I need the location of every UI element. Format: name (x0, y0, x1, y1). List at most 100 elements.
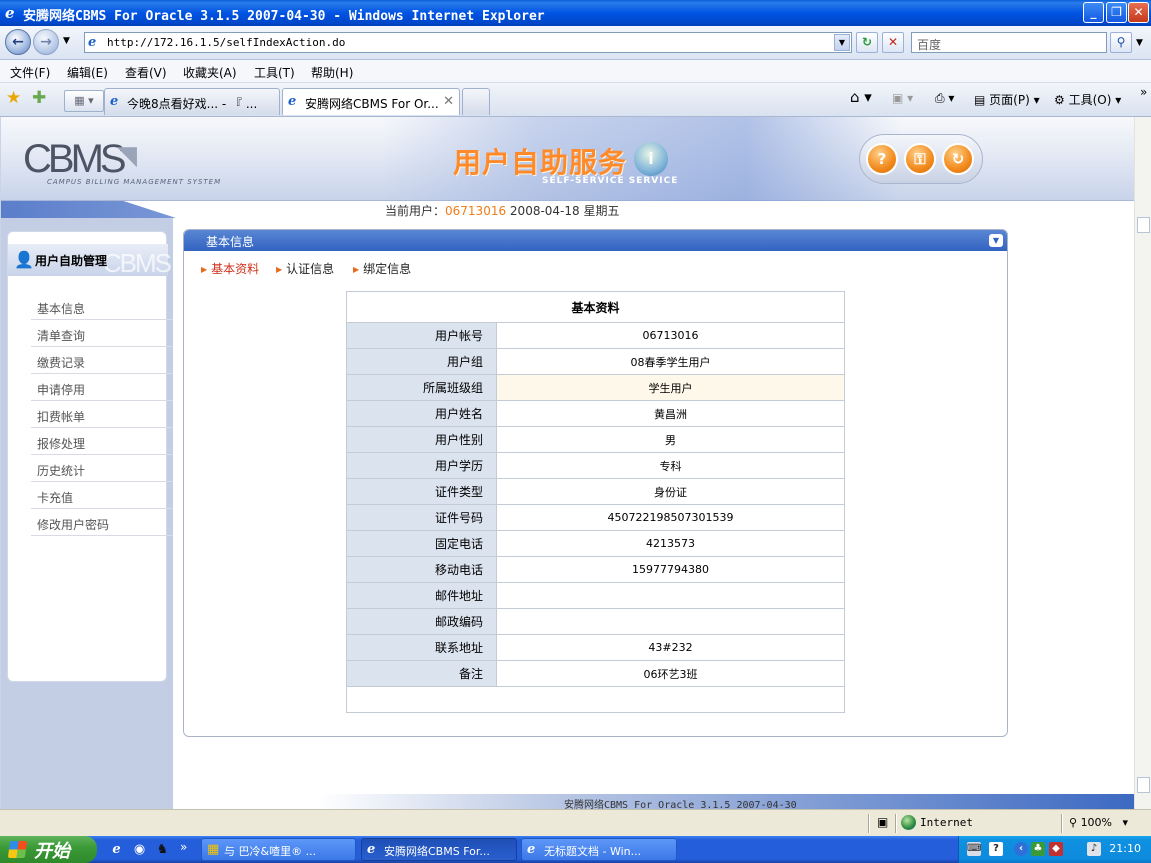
security-tray-icon[interactable]: ◆ (1049, 842, 1063, 856)
close-tab-icon[interactable]: ✕ (443, 94, 454, 109)
new-tab-button[interactable] (462, 88, 490, 115)
forward-button[interactable]: → (33, 29, 59, 55)
tools-menu-label: 工具(O) (1068, 93, 1112, 107)
sidebar-item-basic-info[interactable]: 基本信息 (31, 293, 173, 320)
minimize-button[interactable]: _ (1083, 2, 1104, 23)
address-field[interactable]: e http://172.16.1.5/selfIndexAction.do ▼ (84, 32, 852, 53)
sidebar-item-change-password[interactable]: 修改用户密码 (31, 509, 173, 536)
menu-view[interactable]: 查看(V) (125, 64, 167, 81)
quick-tabs-icon[interactable]: ▦ ▾ (64, 90, 104, 112)
sidebar-item-payment-records[interactable]: 缴费记录 (31, 347, 173, 374)
tray-collapse-icon[interactable]: ‹ (1014, 842, 1028, 856)
arrow-icon: ▶ (276, 265, 283, 274)
sidebar: CBMS 👤 用户自助管理 基本信息 清单查询 缴费记录 申请停用 扣费帐单 报… (1, 218, 173, 809)
tab-2[interactable]: e 安腾网络CBMS For Or... ✕ (282, 88, 460, 115)
clock: 21:10 (1109, 842, 1141, 855)
header-accent-strip (1, 201, 176, 218)
network-icon[interactable]: ♣ (1031, 842, 1045, 856)
add-favorites-icon[interactable]: ✚ (32, 89, 46, 107)
sidebar-item-deduction[interactable]: 扣费帐单 (31, 401, 173, 428)
header-button-group: ? ⚿ ↻ (859, 134, 983, 184)
stop-button[interactable]: ✕ (882, 32, 904, 53)
profile-field-label: 邮件地址 (346, 582, 497, 609)
zoom-level[interactable]: ⚲ 100% ▾ (1069, 816, 1128, 829)
scrollbar-up[interactable] (1137, 217, 1150, 233)
menu-tools[interactable]: 工具(T) (254, 64, 295, 81)
search-placeholder: 百度 (917, 38, 942, 52)
tab-basic-profile[interactable]: ▶ 基本资料 (201, 260, 259, 277)
outlook-quicklaunch-icon[interactable]: ◉ (131, 841, 148, 858)
sidebar-item-history[interactable]: 历史统计 (31, 455, 173, 482)
tab-binding-info[interactable]: ▶ 绑定信息 (353, 260, 411, 277)
home-icon[interactable]: ⌂ ▾ (850, 88, 872, 106)
tab-auth-info[interactable]: ▶ 认证信息 (276, 260, 334, 277)
scrollbar-down[interactable] (1137, 777, 1150, 793)
chevron-more-icon[interactable]: » (180, 840, 187, 854)
menu-edit[interactable]: 编辑(E) (67, 64, 108, 81)
site-header: CBMS ◥ CAMPUS BILLING MANAGEMENT SYSTEM … (1, 117, 1134, 201)
profile-field-value: 身份证 (496, 478, 845, 505)
profile-field-label: 用户学历 (346, 452, 497, 479)
history-dropdown-icon[interactable]: ▼ (63, 36, 70, 46)
profile-field-value: 4213573 (496, 530, 845, 557)
status-bar: ▣ Internet ⚲ 100% ▾ (0, 809, 1151, 836)
system-tray: ⌨ ? ‹ ♣ ◆ ♪ 21:10 (958, 836, 1151, 863)
address-url[interactable]: http://172.16.1.5/selfIndexAction.do (107, 36, 345, 49)
user-info-icon: i (634, 142, 668, 176)
menu-help[interactable]: 帮助(H) (311, 64, 353, 81)
volume-icon[interactable]: ♪ (1087, 842, 1101, 856)
search-icon[interactable]: ⚲ (1110, 32, 1132, 53)
profile-field-label: 备注 (346, 660, 497, 687)
back-button[interactable]: ← (5, 29, 31, 55)
vertical-scrollbar[interactable] (1134, 117, 1151, 809)
tools-menu[interactable]: ⚙ 工具(O) ▾ (1054, 91, 1121, 108)
window-title-bar[interactable]: e 安腾网络CBMS For Oracle 3.1.5 2007-04-30 -… (0, 0, 1151, 26)
protected-mode-icon: ▣ (877, 815, 889, 829)
service-subtitle: SELF-SERVICE SERVICE (542, 176, 679, 186)
refresh-button[interactable]: ↻ (856, 32, 878, 53)
feeds-icon[interactable]: ▣ ▾ (892, 91, 913, 105)
help-tray-icon[interactable]: ? (989, 842, 1003, 856)
sidebar-item-repair[interactable]: 报修处理 (31, 428, 173, 455)
chat-icon: ▦ (207, 842, 220, 857)
task-untitled-doc[interactable]: e 无标题文档 - Win... (521, 838, 677, 861)
logout-button[interactable]: ↻ (942, 143, 974, 175)
status-divider (1061, 814, 1063, 833)
current-user-id: 06713016 (445, 204, 507, 218)
start-button[interactable]: 开始 (0, 836, 97, 863)
zoom-value: 100% (1080, 816, 1113, 829)
profile-field-value: 08春季学生用户 (496, 348, 845, 375)
favorites-star-icon[interactable]: ★ (6, 89, 21, 107)
profile-row: 联系地址 43#232 (346, 634, 845, 661)
chevron-more-icon[interactable]: » (1140, 85, 1147, 99)
print-icon[interactable]: ⎙ ▾ (935, 91, 954, 106)
help-button[interactable]: ? (866, 143, 898, 175)
tab-binding-info-label: 绑定信息 (363, 262, 412, 276)
close-button[interactable]: ✕ (1128, 2, 1149, 23)
sidebar-item-bill-query[interactable]: 清单查询 (31, 320, 173, 347)
search-input[interactable]: 百度 (911, 32, 1107, 53)
sidebar-item-recharge[interactable]: 卡充值 (31, 482, 173, 509)
menu-favorites[interactable]: 收藏夹(A) (183, 64, 237, 81)
qq-quicklaunch-icon[interactable]: ♞ (154, 841, 171, 858)
user-icon: 👤 (14, 250, 34, 269)
profile-field-value: 450722198507301539 (496, 504, 845, 531)
key-button[interactable]: ⚿ (904, 143, 936, 175)
page-menu[interactable]: ▤ 页面(P) ▾ (974, 91, 1040, 108)
ie-logo-icon: e (5, 4, 15, 22)
keyboard-icon[interactable]: ⌨ (967, 842, 981, 856)
sidebar-title: 用户自助管理 (35, 254, 108, 268)
collapse-icon[interactable]: ▼ (989, 234, 1003, 247)
cbms-logo: CBMS (23, 137, 127, 181)
search-options-icon[interactable]: ▼ (1136, 38, 1143, 48)
sidebar-item-suspend[interactable]: 申请停用 (31, 374, 173, 401)
maximize-button[interactable]: ❐ (1106, 2, 1127, 23)
profile-row: 用户帐号 06713016 (346, 322, 845, 349)
tab-1[interactable]: e 今晚8点看好戏... - 『 ... (104, 88, 280, 115)
task-chat[interactable]: ▦ 与 巴冷&喳里® ... (201, 838, 356, 861)
menu-file[interactable]: 文件(F) (10, 64, 50, 81)
ie-quicklaunch-icon[interactable]: e (108, 841, 125, 858)
task-ie-cbms[interactable]: e 安腾网络CBMS For... (361, 838, 517, 861)
profile-table: 基本资料 用户帐号 06713016 用户组 08春季学生用户 所属班级组 学生用户 用户姓… (346, 291, 845, 713)
address-dropdown-icon[interactable]: ▼ (834, 34, 850, 51)
